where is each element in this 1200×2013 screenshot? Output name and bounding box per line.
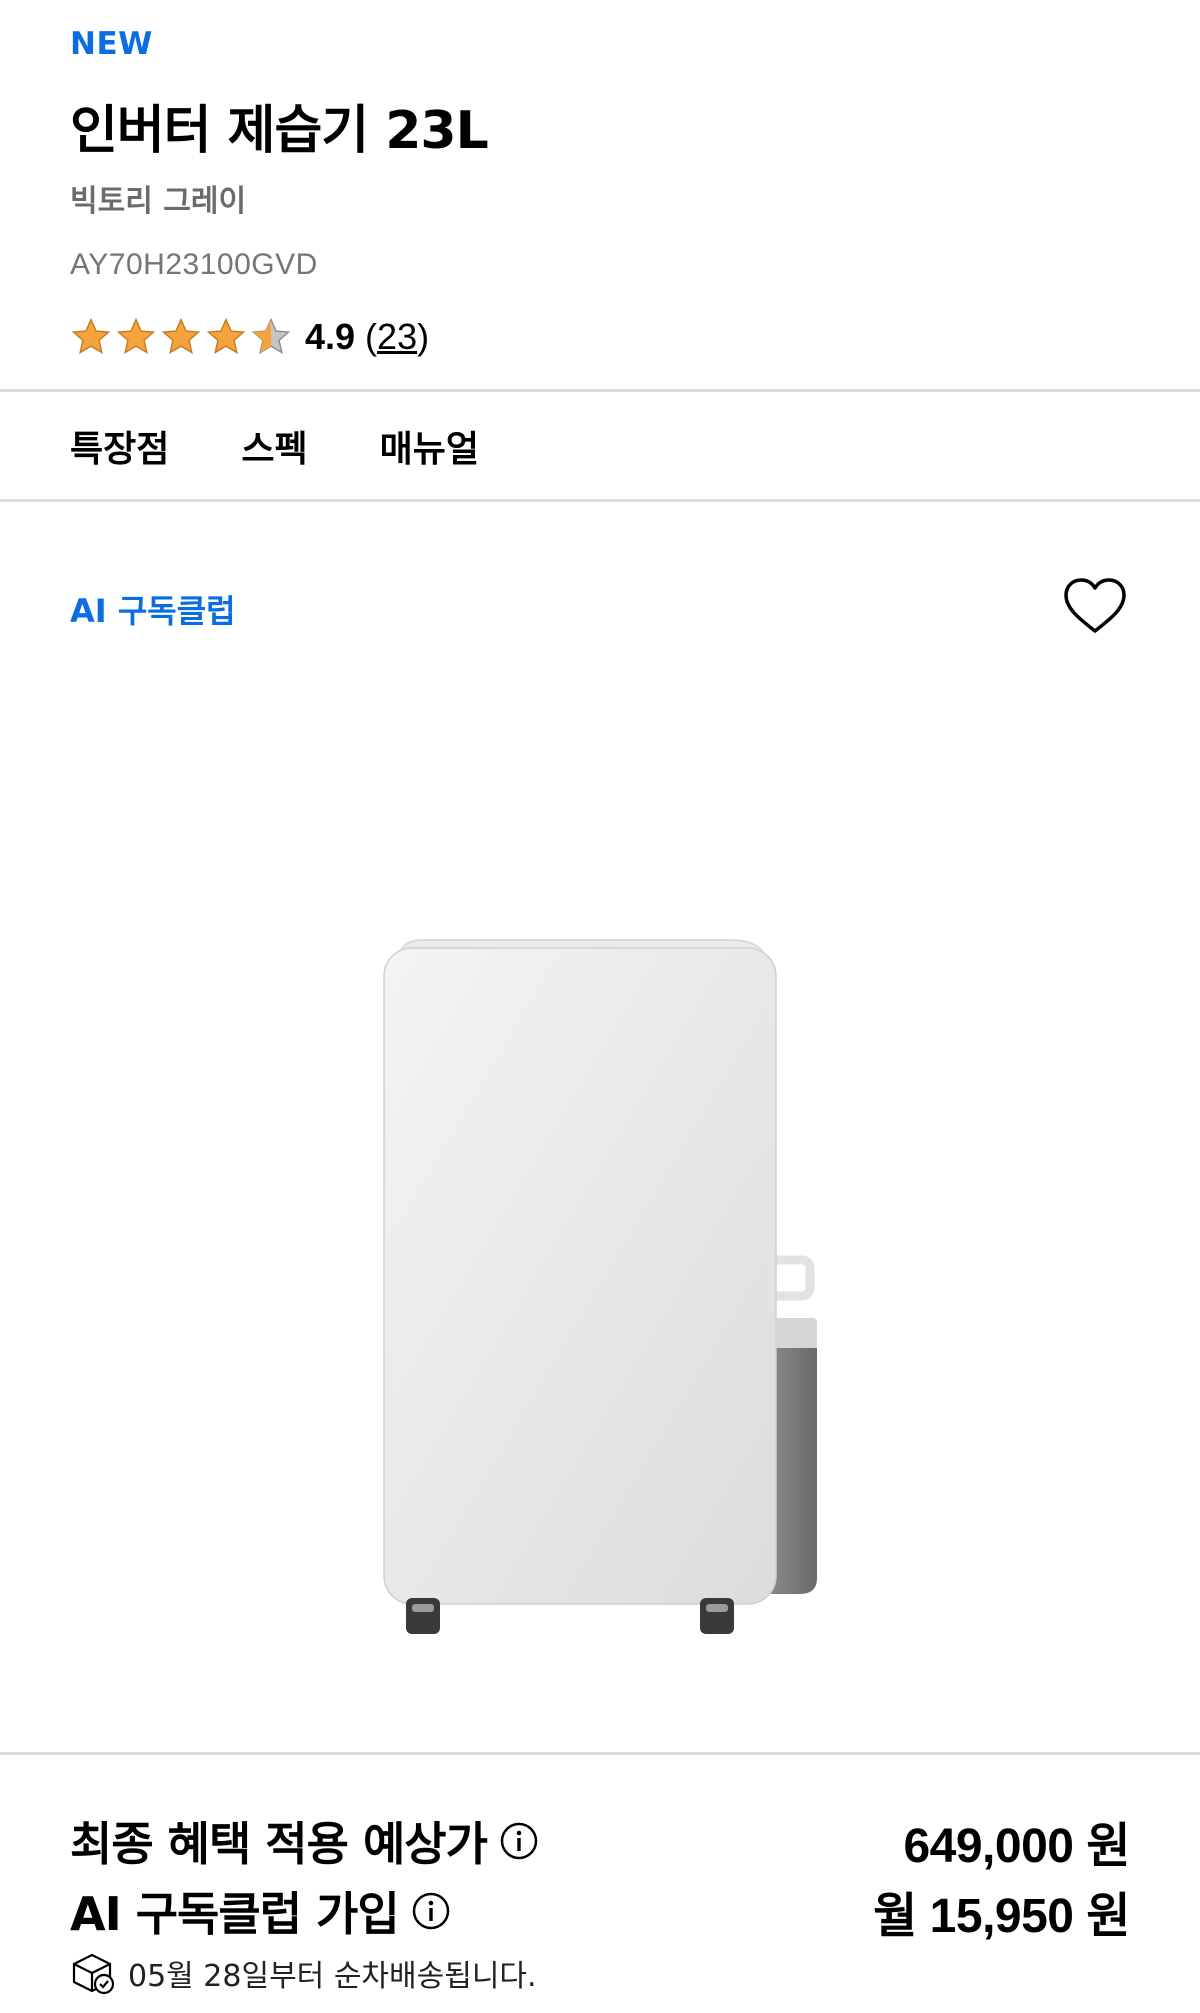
product-tabs: 특장점 스펙 매뉴얼: [70, 420, 479, 472]
delivery-info: 05월 28일부터 순차배송됩니다.: [70, 1950, 537, 1996]
info-icon[interactable]: [499, 1821, 539, 1861]
product-title: 인버터 제습기 23L: [70, 101, 489, 161]
star-full-icon: [71, 317, 111, 355]
tab-manual[interactable]: 매뉴얼: [380, 420, 479, 472]
final-price-row: 최종 혜택 적용 예상가 649,000 원: [70, 1806, 1130, 1876]
rating-row: 4.9 (23): [70, 312, 429, 362]
heart-icon[interactable]: [1062, 576, 1128, 636]
product-color-name: 빅토리 그레이: [70, 184, 247, 219]
star-full-icon: [206, 317, 246, 355]
tab-specs[interactable]: 스펙: [241, 420, 307, 472]
subscription-badge: AI 구독클럽: [70, 592, 236, 630]
info-icon[interactable]: [411, 1891, 451, 1931]
star-half-icon: [251, 317, 291, 355]
subscription-price-row: AI 구독클럽 가입 월 15,950 원: [70, 1876, 1130, 1946]
review-count-link[interactable]: 23: [377, 316, 417, 357]
star-full-icon: [161, 317, 201, 355]
divider: [0, 499, 1200, 502]
tab-features[interactable]: 특장점: [70, 420, 169, 472]
star-full-icon: [116, 317, 156, 355]
model-code: AY70H23100GVD: [70, 248, 318, 281]
product-image: [383, 939, 817, 1634]
subscription-price-label: AI 구독클럽 가입: [70, 1887, 400, 1941]
divider: [0, 1752, 1200, 1755]
new-badge: NEW: [70, 26, 153, 62]
rating-value: 4.9: [305, 316, 356, 357]
delivery-text: 05월 28일부터 순차배송됩니다.: [128, 1959, 537, 1994]
divider: [0, 389, 1200, 392]
final-price-label: 최종 혜택 적용 예상가: [70, 1817, 488, 1871]
final-price-value: 649,000 원: [903, 1818, 1130, 1874]
subscription-price-value: 월 15,950 원: [873, 1888, 1130, 1944]
delivery-box-icon: [72, 1953, 115, 1995]
review-count: (23): [365, 316, 430, 357]
